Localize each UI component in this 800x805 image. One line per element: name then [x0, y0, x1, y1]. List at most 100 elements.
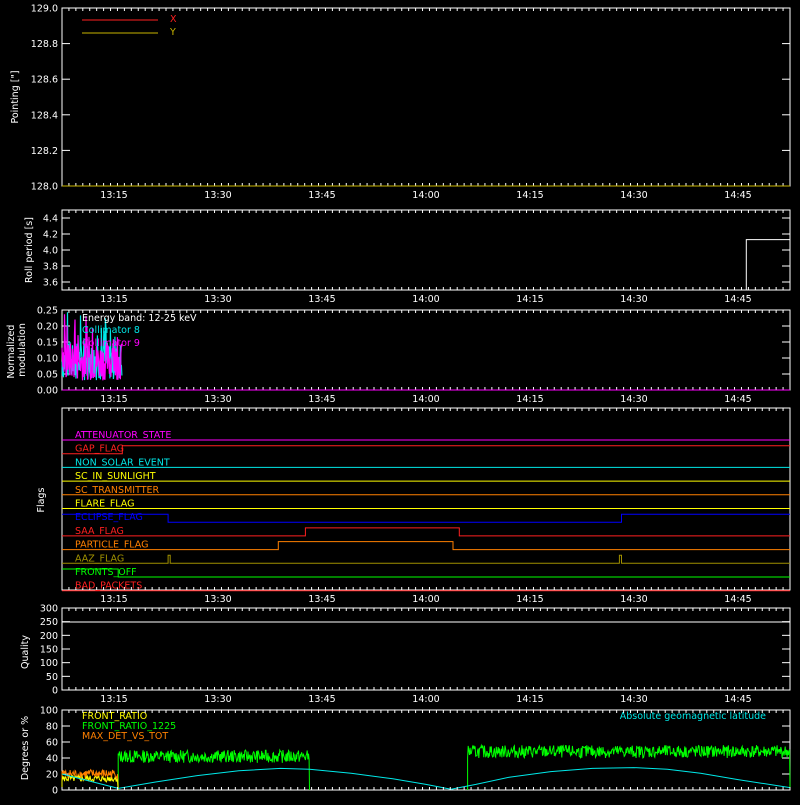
flags-panel: 13:15 13:30 13:45 14:00 14:15 14:30 14:45 Flag…: [36, 407, 791, 605]
x-tick-label: 14:15: [516, 294, 543, 305]
x-tick-label: 14:30: [620, 594, 647, 605]
y-tick-label: 60: [46, 738, 58, 749]
x-tick-label: 14:15: [516, 594, 543, 605]
x-tick-label: 13:15: [100, 594, 127, 605]
y-tick-label: 100: [40, 706, 58, 717]
modulation-ylabel: Normalized modulation: [6, 322, 28, 379]
y-tick-label: 128.4: [31, 110, 58, 121]
flag-label-gap-flag: GAP_FLAG: [75, 444, 124, 455]
modulation-panel: 0.00 0.05 0.10 0.15 0.20 0.25 13:15 13:30 13:45…: [6, 306, 791, 405]
modulation-xticks: 13:15 13:30 13:45 14:00 14:15 14:30 14:45: [61, 310, 791, 405]
y-tick-label: 20: [46, 770, 58, 781]
x-tick-label: 13:45: [308, 594, 335, 605]
geomag-series: [61, 743, 791, 791]
y-tick-label: 80: [46, 722, 58, 733]
y-tick-label: 250: [40, 617, 58, 628]
legend-max-det-vs-tot: MAX_DET_VS_TOT: [82, 731, 168, 742]
collimator-8-annotation: Collimator 8: [82, 325, 140, 336]
multi-panel-timeseries: 128.0 128.2 128.4 128.6 128.8 129.0 13:15 13:3…: [6, 4, 791, 797]
flags-ylabel: Flags: [36, 487, 47, 512]
flag-line-aaz-flag: [62, 554, 790, 564]
x-tick-label: 14:00: [412, 594, 439, 605]
x-tick-label: 14:00: [412, 394, 439, 405]
y-tick-label: 300: [40, 604, 58, 615]
x-tick-label: 14:00: [412, 294, 439, 305]
flag-label-particle-flag: PARTICLE_FLAG: [75, 540, 148, 551]
flag-label-attenuator-state: ATTENUATOR_STATE: [75, 430, 171, 441]
roll-ylabel: Roll period [s]: [24, 217, 35, 283]
y-tick-label: 100: [40, 658, 58, 669]
x-tick-label: 14:15: [516, 190, 543, 201]
plot-stack: 128.0 128.2 128.4 128.6 128.8 129.0 13:15 13:3…: [0, 0, 800, 800]
x-tick-label: 13:15: [100, 394, 127, 405]
y-tick-label: 200: [40, 631, 58, 642]
pointing-yticks: 128.0 128.2 128.4 128.6 128.8 129.0: [31, 4, 790, 193]
pointing-ylabel: Pointing ["]: [10, 70, 21, 123]
y-tick-label: 0.20: [37, 322, 58, 333]
quality-frame: [61, 607, 791, 691]
flag-label-saa-flag: SAA_FLAG: [75, 526, 124, 537]
x-tick-label: 14:30: [620, 190, 647, 201]
x-tick-label: 13:15: [100, 694, 127, 705]
modulation-ylabel-line1: Normalized: [6, 325, 17, 379]
x-tick-label: 13:45: [308, 394, 335, 405]
quality-ylabel: Quality: [20, 635, 31, 669]
x-tick-label: 14:45: [724, 294, 751, 305]
x-tick-label: 13:30: [204, 594, 231, 605]
x-tick-label: 14:45: [724, 394, 751, 405]
y-tick-label: 128.2: [31, 146, 58, 157]
y-tick-label: 0: [52, 786, 58, 797]
x-tick-label: 13:15: [100, 294, 127, 305]
y-tick-label: 128.6: [31, 75, 58, 86]
y-tick-label: 3.6: [43, 278, 58, 289]
roll-yticks: 3.6 3.8 4.0 4.2 4.4: [43, 214, 790, 289]
x-tick-label: 14:30: [620, 394, 647, 405]
energy-band-annotation: Energy band: 12-25 keV: [82, 313, 197, 324]
x-tick-label: 14:45: [724, 594, 751, 605]
legend-x-label: X: [170, 14, 177, 25]
y-tick-label: 150: [40, 645, 58, 656]
x-tick-label: 14:00: [412, 190, 439, 201]
geomag-front-ratio-1225-0: [117, 748, 310, 791]
y-tick-label: 3.8: [43, 262, 58, 273]
flag-label-bad-packets: BAD_PACKETS: [75, 581, 142, 592]
y-tick-label: 0.15: [37, 338, 58, 349]
y-tick-label: 0.25: [37, 306, 58, 317]
roll-panel: 3.6 3.8 4.0 4.2 4.4 13:15 13:30 13:45 14:00 14:1…: [24, 209, 791, 305]
x-tick-label: 13:45: [308, 190, 335, 201]
flag-line-saa-flag: [62, 527, 790, 537]
flag-label-flare-flag: FLARE_FLAG: [75, 499, 135, 510]
x-tick-label: 14:30: [620, 694, 647, 705]
modulation-ylabel-line2: modulation: [17, 323, 28, 377]
geomag-latitude-line: [61, 767, 791, 790]
x-tick-label: 13:30: [204, 694, 231, 705]
x-tick-label: 14:00: [412, 694, 439, 705]
flag-label-sc-transmitter: SC_TRANSMITTER: [75, 485, 160, 496]
flag-label-aaz-flag: AAZ_FLAG: [75, 553, 124, 564]
y-tick-label: 0.05: [37, 370, 58, 381]
y-tick-label: 128.8: [31, 39, 58, 50]
x-tick-label: 13:30: [204, 294, 231, 305]
y-tick-label: 0.10: [37, 354, 58, 365]
flag-line-particle-flag: [62, 541, 790, 551]
x-tick-label: 14:45: [724, 694, 751, 705]
x-tick-label: 13:45: [308, 294, 335, 305]
pointing-panel: 128.0 128.2 128.4 128.6 128.8 129.0 13:15 13:3…: [10, 4, 791, 201]
y-tick-label: 0: [52, 686, 58, 697]
y-tick-label: 129.0: [31, 4, 58, 15]
flags-series: ATTENUATOR_STATE GAP_FLAG NON_SOLAR_EVENT S…: [62, 430, 790, 592]
x-tick-label: 13:45: [308, 694, 335, 705]
x-tick-label: 13:30: [204, 190, 231, 201]
legend-y-label: Y: [169, 27, 176, 38]
roll-xticks: 13:15 13:30 13:45 14:00 14:15 14:30 14:45: [61, 210, 791, 305]
quality-panel: 0 50 100 150 200 250 300 13:15 13:30 13:45 14:00 1…: [20, 604, 791, 705]
x-tick-label: 14:45: [724, 190, 751, 201]
geomag-ylabel: Degrees or %: [20, 716, 31, 780]
x-tick-label: 14:15: [516, 394, 543, 405]
y-tick-label: 4.2: [43, 230, 58, 241]
flag-line-eclipse-flag: [62, 513, 790, 523]
y-tick-label: 40: [46, 754, 58, 765]
x-tick-label: 14:30: [620, 294, 647, 305]
x-tick-label: 14:15: [516, 694, 543, 705]
y-tick-label: 4.0: [43, 246, 58, 257]
